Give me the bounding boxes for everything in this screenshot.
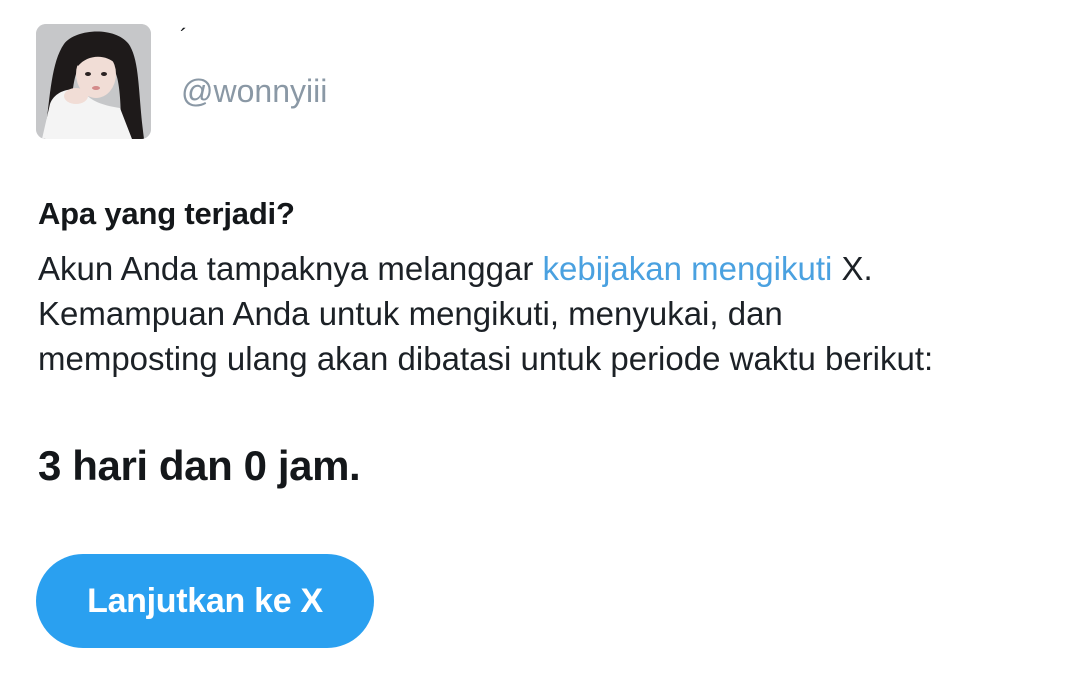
- notice-text-before-link: Akun Anda tampaknya melanggar: [38, 250, 543, 287]
- profile-avatar[interactable]: [36, 24, 151, 139]
- follow-policy-link[interactable]: kebijakan mengikuti: [543, 250, 833, 287]
- notice-heading: Apa yang terjadi?: [38, 196, 295, 231]
- notice-line-1: Akun Anda tampaknya melanggar kebijakan …: [38, 246, 1048, 291]
- profile-handle: @wonnyiii: [181, 73, 328, 109]
- profile-display-name: ´: [180, 24, 188, 49]
- continue-to-x-button[interactable]: Lanjutkan ke X: [36, 554, 374, 648]
- user-avatar-photo-icon: [36, 24, 151, 139]
- restriction-duration: 3 hari dan 0 jam.: [38, 442, 361, 489]
- notice-line-3: memposting ulang akan dibatasi untuk per…: [38, 340, 934, 377]
- notice-line-2: Kemampuan Anda untuk mengikuti, menyukai…: [38, 295, 783, 332]
- notice-text-after-link: X.: [832, 250, 873, 287]
- notice-body: Akun Anda tampaknya melanggar kebijakan …: [38, 246, 1048, 381]
